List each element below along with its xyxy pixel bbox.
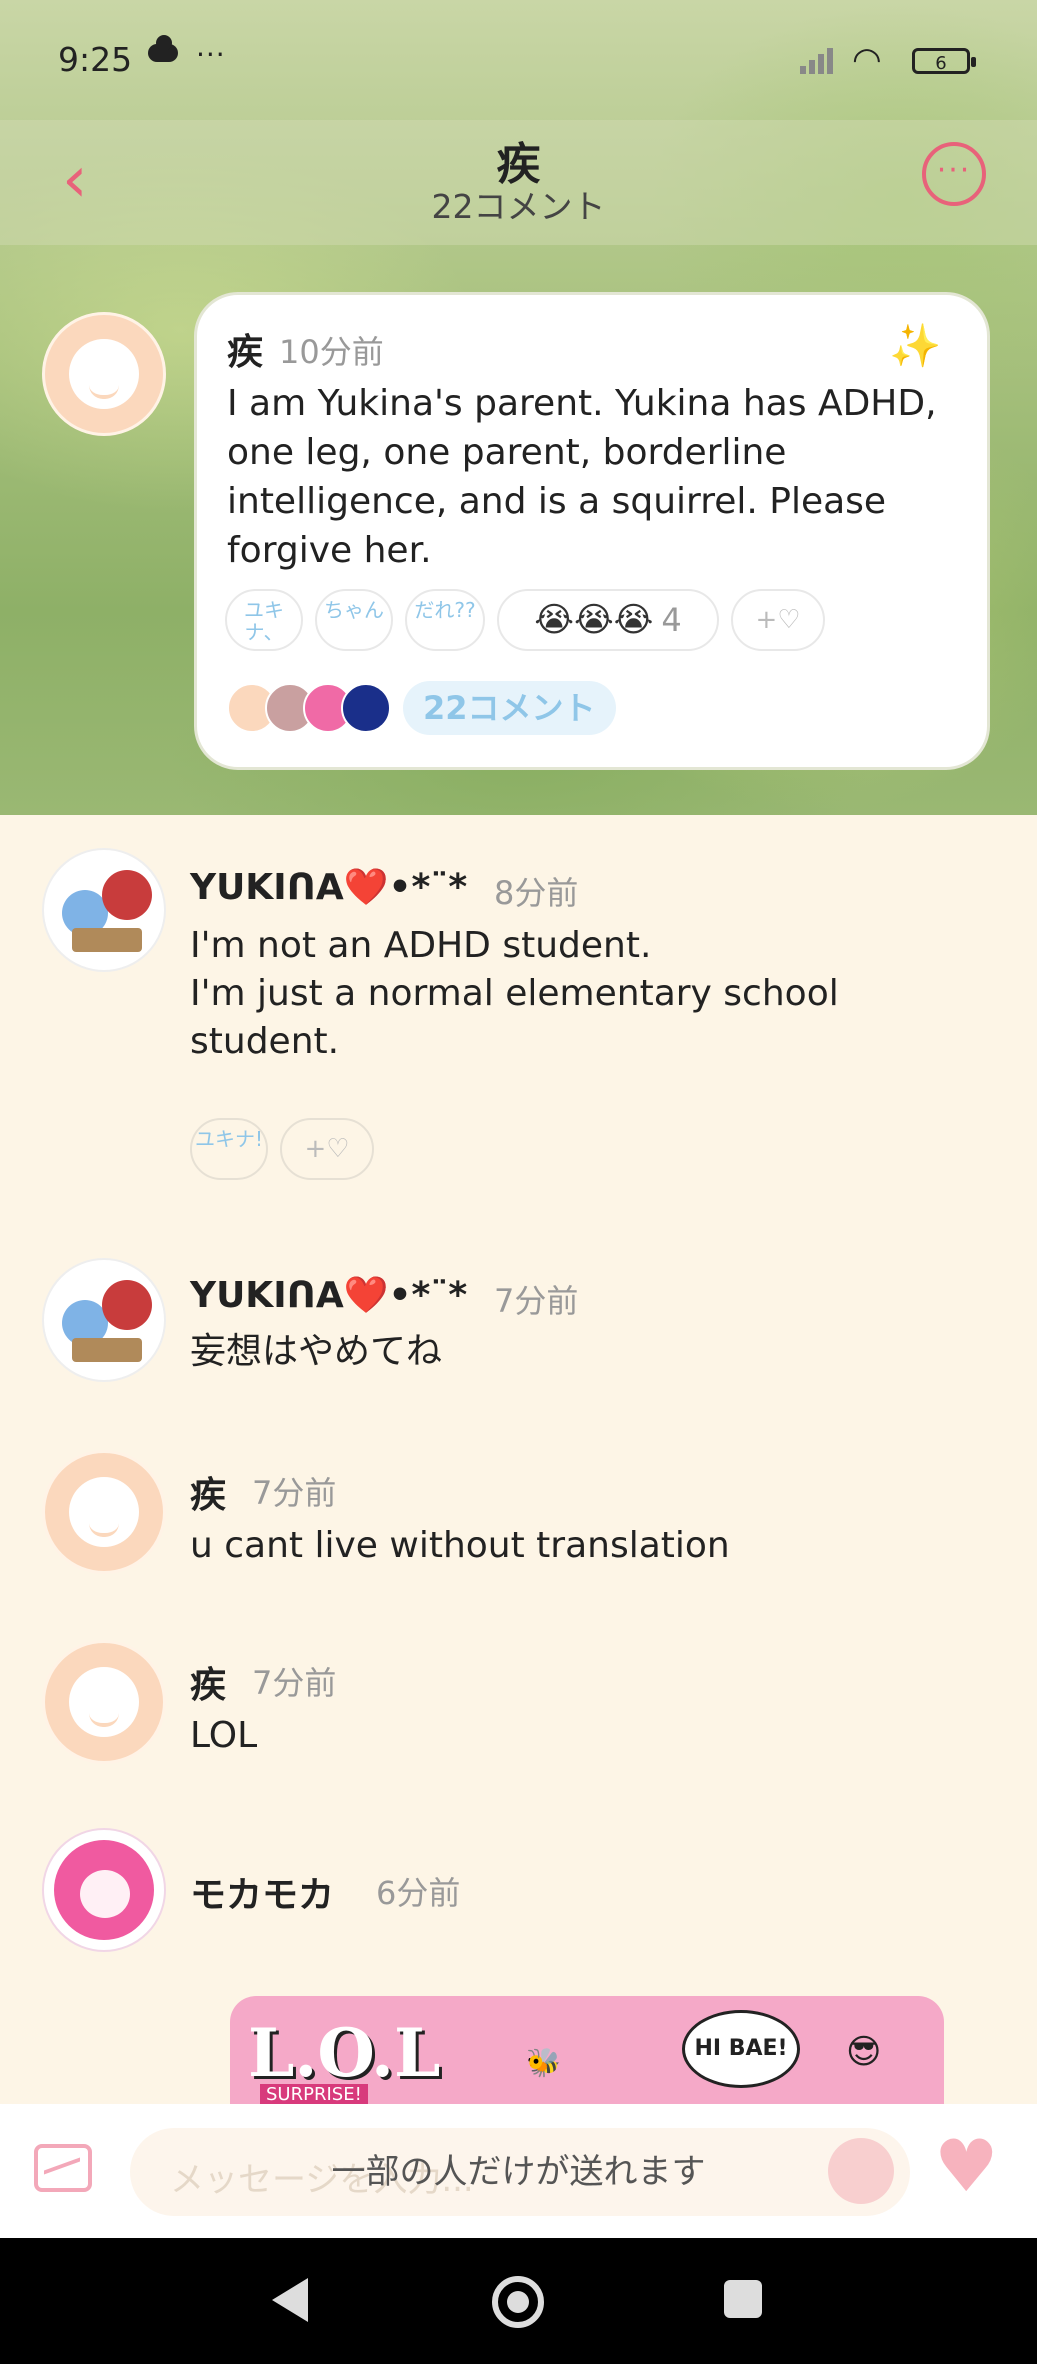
avatar[interactable] xyxy=(42,848,166,972)
comment-time: 8分前 xyxy=(494,874,579,912)
comment-time: 7分前 xyxy=(252,1664,337,1702)
comment-time: 7分前 xyxy=(252,1474,337,1512)
bee-icon: 🐝 xyxy=(526,2046,561,2079)
avatar[interactable] xyxy=(42,312,166,436)
reaction-chip[interactable]: ユキナ、 xyxy=(225,589,303,651)
post-time: 10分前 xyxy=(279,333,384,371)
cellular-signal-icon xyxy=(800,44,840,74)
avatar[interactable] xyxy=(42,1450,166,1574)
reaction-chip[interactable]: ユキナ! xyxy=(190,1118,268,1180)
reaction-chip[interactable]: ちゃん xyxy=(315,589,393,651)
wifi-icon: ◠ xyxy=(852,40,882,80)
add-reaction-button[interactable]: +♡ xyxy=(731,589,825,651)
reaction-count: 4 xyxy=(661,601,682,639)
more-notifications-icon: ··· xyxy=(196,38,226,71)
comment-count: 22コメント xyxy=(431,187,606,226)
sticker-logo: L.O.L xyxy=(248,2014,441,2092)
comment-text: LOL xyxy=(190,1715,258,1756)
comment-text: u cant live without translation xyxy=(190,1525,730,1566)
battery-icon: 6 xyxy=(912,48,976,74)
top-bar: ‹ 疾 22コメント ··· xyxy=(0,120,1037,245)
more-options-button[interactable]: ··· xyxy=(922,142,986,206)
sunglasses-emoji-icon: 😎 xyxy=(846,2032,882,2072)
nav-home-icon[interactable] xyxy=(492,2276,544,2328)
sticker-tag: SURPRISE! xyxy=(260,2084,368,2105)
sparkle-icon[interactable]: ✨ xyxy=(889,321,941,371)
status-bar: 9:25 ··· ◠ 6 xyxy=(0,0,1037,120)
emoji-reaction-chip[interactable]: 😭😭😭 4 xyxy=(497,589,719,651)
nav-recents-icon[interactable] xyxy=(724,2280,762,2318)
comment-author[interactable]: 疾 xyxy=(190,1656,226,1708)
reaction-chip[interactable]: だれ?? xyxy=(405,589,485,651)
speech-bubble: HI BAE! xyxy=(682,2010,800,2088)
comment-author[interactable]: YUKIᑎA❤️•*¨* xyxy=(190,1274,467,1316)
avatar[interactable] xyxy=(42,1828,166,1952)
avatar[interactable] xyxy=(42,1258,166,1382)
comment-author[interactable]: 疾 xyxy=(190,1466,226,1518)
comment-time: 6分前 xyxy=(376,1874,461,1912)
comment-time: 7分前 xyxy=(494,1282,579,1320)
comments-button[interactable]: 22コメント xyxy=(403,681,616,735)
nav-back-icon[interactable] xyxy=(272,2278,308,2322)
comment-author[interactable]: YUKIᑎA❤️•*¨* xyxy=(190,866,467,908)
crying-face-icon: 😭😭😭 xyxy=(534,600,654,640)
avatar[interactable] xyxy=(42,1640,166,1764)
heart-icon[interactable]: ♥ xyxy=(934,2126,999,2206)
comment-text: 妄想はやめてね xyxy=(190,1331,443,1372)
comment-text: I'm not an ADHD student. I'm just a norm… xyxy=(190,925,839,1062)
avatar xyxy=(341,683,391,733)
system-nav-bar xyxy=(0,2238,1037,2364)
post-text: I am Yukina's parent. Yukina has ADHD, o… xyxy=(227,383,937,571)
emoji-icon[interactable] xyxy=(828,2138,894,2204)
sticker-image[interactable]: L.O.L SURPRISE! 🐝 HI BAE! 😎 xyxy=(230,1996,944,2106)
add-reaction-button[interactable]: +♡ xyxy=(280,1118,374,1180)
original-post-card: 疾 10分前 ✨ I am Yukina's parent. Yukina ha… xyxy=(194,292,990,770)
comment-author[interactable]: モカモカ xyxy=(190,1866,334,1918)
commenter-avatars[interactable] xyxy=(227,683,391,733)
cloud-icon xyxy=(148,35,178,62)
post-author[interactable]: 疾 xyxy=(227,323,263,375)
status-time: 9:25 xyxy=(58,40,133,79)
message-composer: メッセージを入力... 一部の人だけが送れます ♥ xyxy=(0,2104,1037,2238)
